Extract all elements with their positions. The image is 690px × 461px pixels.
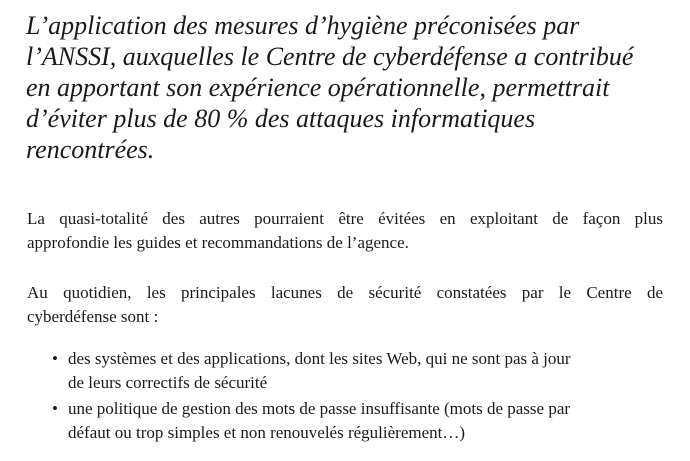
lead-line: l’ANSSI, auxquelles le Centre de cyberdé… — [26, 42, 634, 71]
list-item-line: des systèmes et des applications, dont l… — [68, 349, 571, 368]
paragraph-line: cyberdéfense sont : — [27, 307, 159, 326]
bullet-icon: • — [52, 349, 58, 368]
lacunes-list: • des systèmes et des applications, dont… — [48, 347, 668, 447]
lead-quote: L’application des mesures d’hygiène préc… — [26, 10, 666, 165]
paragraph-line: Au quotidien, les principales lacunes de… — [27, 283, 663, 302]
lead-line: d’éviter plus de 80 % des attaques infor… — [26, 104, 536, 133]
paragraph-prevention: La quasi-totalité des autres pourraient … — [27, 207, 663, 255]
list-item-line: défaut ou trop simples et non renouvelés… — [68, 423, 466, 442]
list-item: • une politique de gestion des mots de p… — [48, 397, 668, 445]
paragraph-line: La quasi-totalité des autres pourraient … — [27, 209, 663, 228]
list-item-line: de leurs correctifs de sécurité — [68, 373, 268, 392]
bullet-icon: • — [52, 399, 58, 418]
list-item: • des systèmes et des applications, dont… — [48, 347, 668, 395]
paragraph-line: approfondie les guides et recommandation… — [27, 233, 409, 252]
list-item-line: une politique de gestion des mots de pas… — [68, 399, 571, 418]
document-page: L’application des mesures d’hygiène préc… — [0, 0, 690, 461]
paragraph-lacunes: Au quotidien, les principales lacunes de… — [27, 281, 663, 329]
lead-line: L’application des mesures d’hygiène préc… — [26, 11, 580, 40]
lead-line: rencontrées. — [26, 135, 155, 164]
lead-line: en apportant son expérience opérationnel… — [26, 73, 610, 102]
